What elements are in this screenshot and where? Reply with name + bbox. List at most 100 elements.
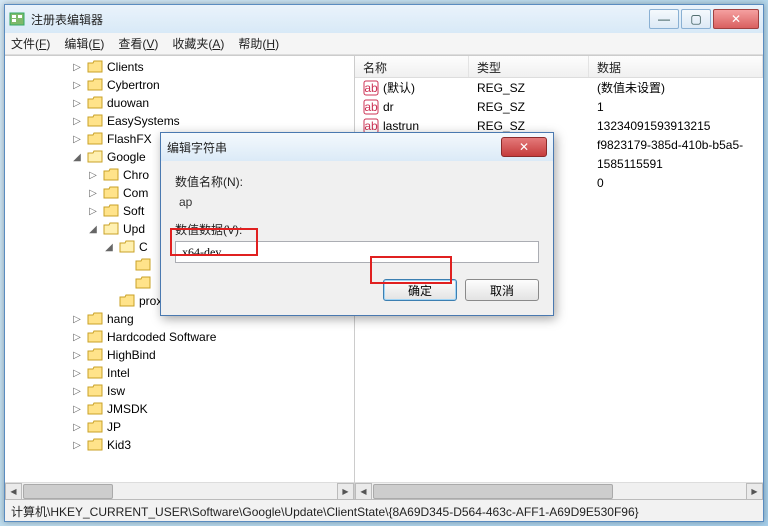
- expander-icon[interactable]: ▷: [71, 313, 83, 325]
- scroll-thumb[interactable]: [373, 484, 613, 499]
- expander-icon[interactable]: ▷: [87, 187, 99, 199]
- scroll-right-arrow[interactable]: ▶: [746, 483, 763, 499]
- expander-icon[interactable]: ◢: [87, 223, 99, 235]
- tree-item[interactable]: ▷ Isw: [5, 382, 354, 400]
- dialog-button-row: 确定 取消: [175, 279, 539, 301]
- value-data: 13234091593913215: [589, 119, 763, 133]
- scroll-left-arrow[interactable]: ◀: [5, 483, 22, 499]
- scroll-left-arrow[interactable]: ◀: [355, 483, 372, 499]
- tree-item-label: hang: [107, 312, 134, 326]
- tree-item-label: Clients: [107, 60, 144, 74]
- col-header-type[interactable]: 类型: [469, 56, 589, 77]
- value-data-label: 数值数据(V):: [175, 221, 539, 238]
- value-data: 1: [589, 100, 763, 114]
- list-header[interactable]: 名称 类型 数据: [355, 56, 763, 78]
- tree-item-label: JMSDK: [107, 402, 148, 416]
- value-name: dr: [383, 100, 394, 114]
- list-row[interactable]: abdrREG_SZ1: [355, 97, 763, 116]
- value-name: lastrun: [383, 119, 419, 133]
- menu-item-a[interactable]: 收藏夹(A): [172, 35, 224, 52]
- tree-item[interactable]: ▷ Clients: [5, 58, 354, 76]
- tree-item[interactable]: ▷ EasySystems: [5, 112, 354, 130]
- close-button[interactable]: ✕: [713, 9, 759, 29]
- expander-icon[interactable]: ▷: [71, 385, 83, 397]
- expander-icon[interactable]: ▷: [71, 61, 83, 73]
- list-row[interactable]: ab (默认) REG_SZ(数值未设置): [355, 78, 763, 97]
- expander-icon[interactable]: ▷: [71, 97, 83, 109]
- svg-text:ab: ab: [364, 100, 378, 114]
- tree-item-label: EasySystems: [107, 114, 180, 128]
- col-header-data[interactable]: 数据: [589, 56, 763, 77]
- expander-icon[interactable]: [103, 295, 115, 307]
- expander-icon[interactable]: ▷: [71, 349, 83, 361]
- tree-item-label: C: [139, 240, 148, 254]
- tree-item-label: duowan: [107, 96, 149, 110]
- value-type: REG_SZ: [469, 81, 589, 95]
- menu-item-h[interactable]: 帮助(H): [238, 35, 279, 52]
- maximize-button[interactable]: ▢: [681, 9, 711, 29]
- svg-text:ab: ab: [364, 81, 378, 95]
- tree-item[interactable]: ▷ duowan: [5, 94, 354, 112]
- expander-icon[interactable]: [119, 259, 131, 271]
- tree-item[interactable]: ▷ Cybertron: [5, 76, 354, 94]
- expander-icon[interactable]: ▷: [71, 79, 83, 91]
- expander-icon[interactable]: ▷: [87, 205, 99, 217]
- tree-item[interactable]: ▷ Kid3: [5, 436, 354, 454]
- tree-item-label: FlashFX: [107, 132, 152, 146]
- value-name-field: ap: [175, 193, 539, 211]
- value-data-input[interactable]: [175, 241, 539, 263]
- menu-item-e[interactable]: 编辑(E): [64, 35, 104, 52]
- value-name: (默认): [383, 79, 415, 96]
- expander-icon[interactable]: ◢: [103, 241, 115, 253]
- edit-string-dialog: 编辑字符串 ✕ 数值名称(N): ap 数值数据(V): 确定 取消: [160, 132, 554, 316]
- expander-icon[interactable]: ▷: [87, 169, 99, 181]
- menu-item-v[interactable]: 查看(V): [118, 35, 158, 52]
- expander-icon[interactable]: ▷: [71, 133, 83, 145]
- ok-button[interactable]: 确定: [383, 279, 457, 301]
- tree-item-label: Hardcoded Software: [107, 330, 216, 344]
- tree-item-label: Kid3: [107, 438, 131, 452]
- tree-item-label: Upd: [123, 222, 145, 236]
- value-data: (数值未设置): [589, 79, 763, 96]
- regedit-icon: [9, 11, 25, 27]
- scroll-right-arrow[interactable]: ▶: [337, 483, 354, 499]
- tree-item[interactable]: ▷ JMSDK: [5, 400, 354, 418]
- expander-icon[interactable]: ▷: [71, 367, 83, 379]
- tree-item-label: Com: [123, 186, 148, 200]
- window-title: 注册表编辑器: [31, 11, 649, 28]
- expander-icon[interactable]: ▷: [71, 421, 83, 433]
- scroll-thumb[interactable]: [23, 484, 113, 499]
- expander-icon[interactable]: ▷: [71, 331, 83, 343]
- list-hscrollbar[interactable]: ◀ ▶: [355, 482, 763, 499]
- dialog-title: 编辑字符串: [167, 139, 501, 156]
- expander-icon[interactable]: ▷: [71, 115, 83, 127]
- expander-icon[interactable]: ▷: [71, 439, 83, 451]
- expander-icon[interactable]: ◢: [71, 151, 83, 163]
- tree-item-label: HighBind: [107, 348, 156, 362]
- tree-item-label: Cybertron: [107, 78, 160, 92]
- expander-icon[interactable]: [119, 277, 131, 289]
- tree-item[interactable]: ▷ JP: [5, 418, 354, 436]
- expander-icon[interactable]: ▷: [71, 403, 83, 415]
- tree-item-label: Google: [107, 150, 146, 164]
- tree-item-label: JP: [107, 420, 121, 434]
- menubar: 文件(F) 编辑(E) 查看(V) 收藏夹(A) 帮助(H): [5, 33, 763, 55]
- dialog-titlebar[interactable]: 编辑字符串 ✕: [161, 133, 553, 161]
- value-name-label: 数值名称(N):: [175, 173, 539, 190]
- tree-hscrollbar[interactable]: ◀ ▶: [5, 482, 354, 499]
- minimize-button[interactable]: —: [649, 9, 679, 29]
- svg-text:ab: ab: [364, 119, 378, 133]
- tree-item[interactable]: ▷Intel: [5, 364, 354, 382]
- cancel-button[interactable]: 取消: [465, 279, 539, 301]
- menu-item-f[interactable]: 文件(F): [11, 35, 50, 52]
- tree-item[interactable]: ▷ Hardcoded Software: [5, 328, 354, 346]
- value-type: REG_SZ: [469, 119, 589, 133]
- col-header-name[interactable]: 名称: [355, 56, 469, 77]
- dialog-close-button[interactable]: ✕: [501, 137, 547, 157]
- tree-item[interactable]: ▷ HighBind: [5, 346, 354, 364]
- tree-item-label: Isw: [107, 384, 125, 398]
- window-buttons: — ▢ ✕: [649, 9, 759, 29]
- value-data: 1585115591: [589, 157, 763, 171]
- tree-item-label: Chro: [123, 168, 149, 182]
- titlebar[interactable]: 注册表编辑器 — ▢ ✕: [5, 5, 763, 33]
